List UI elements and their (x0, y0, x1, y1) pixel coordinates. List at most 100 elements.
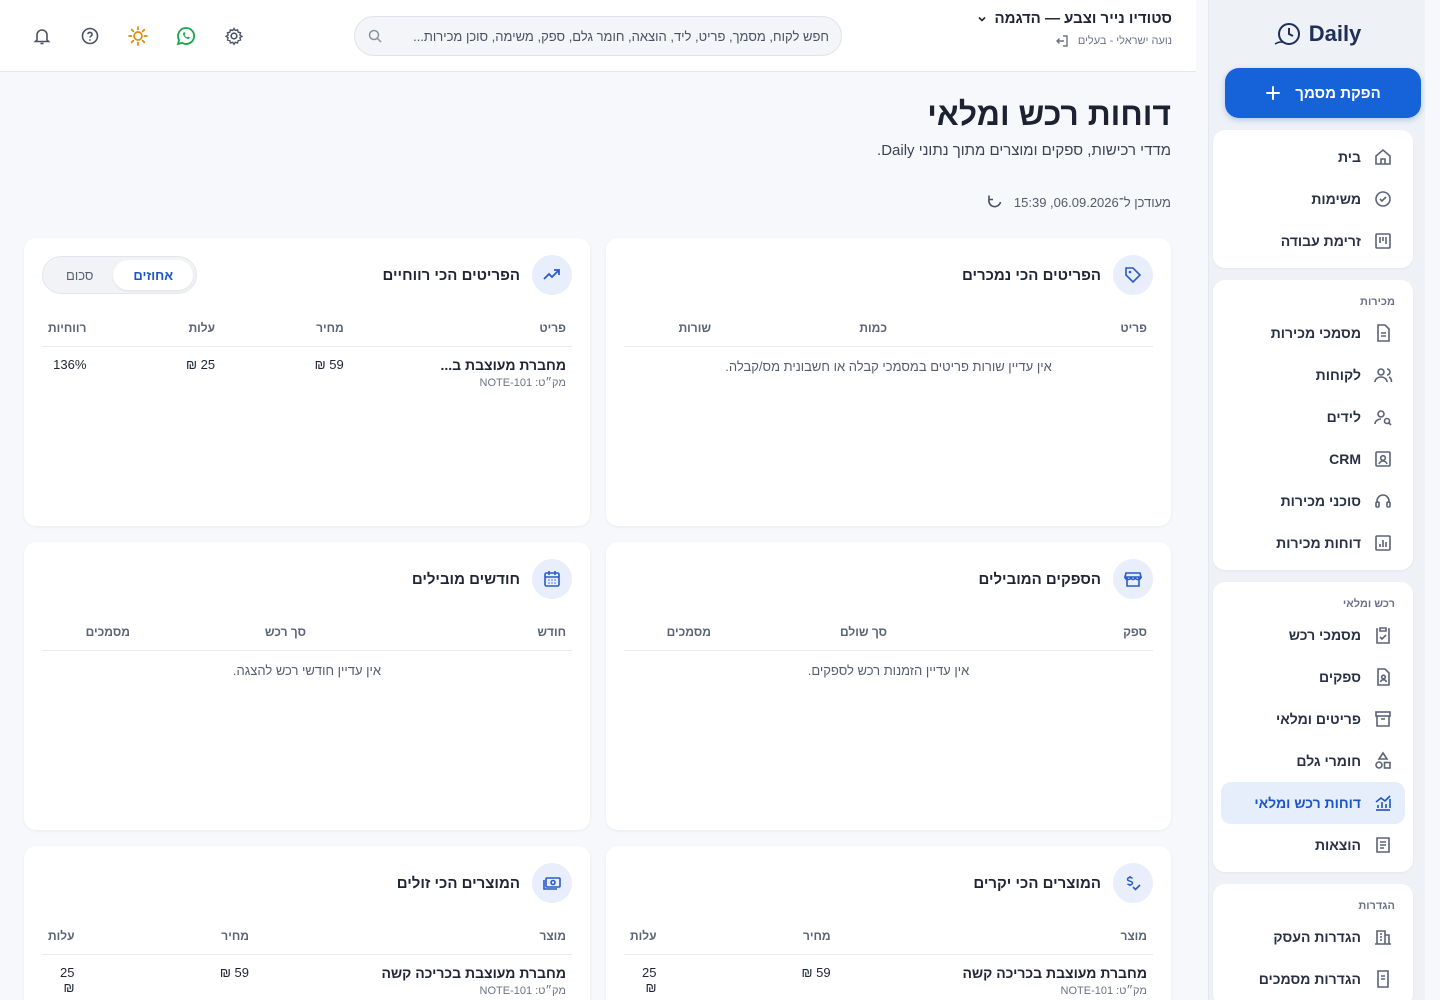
nav-item-inventory[interactable]: פריטים ומלאי (1221, 698, 1405, 740)
nav-item-home[interactable]: בית (1221, 136, 1405, 178)
toggle-amount[interactable]: סכום (46, 260, 113, 290)
logo[interactable]: Daily (1221, 0, 1413, 68)
column-header[interactable]: חודש (312, 614, 572, 651)
business-name-row[interactable]: סטודיו נייר וצבע — הדגמה (976, 10, 1172, 27)
column-header[interactable]: שורות (624, 310, 717, 347)
table-row[interactable]: מחברת מעוצבת ב... מק״ט: NOTE-101 59 ₪ 25 … (42, 346, 572, 399)
page-subtitle: מדדי רכישות, ספקים ומוצרים מתוך נתוני Da… (877, 142, 1171, 159)
nav-group-sales: מכירות מסמכי מכירות לקוחות לידים CRM סוכ… (1213, 280, 1413, 570)
cheapest-table: מוצר מחיר עלות מחברת מעוצבת בכריכה קשה מק… (42, 918, 572, 1000)
whatsapp-icon (176, 27, 195, 46)
doc-settings-icon (1373, 969, 1393, 989)
column-header[interactable]: עלות (624, 918, 663, 955)
nav-item-label: לקוחות (1315, 367, 1361, 383)
check-circle-icon (1373, 189, 1393, 209)
toggle-percent[interactable]: אחוזים (113, 260, 194, 290)
nav-group-purchase: רכש ומלאי מסמכי רכש ספקים פריטים ומלאי ח… (1213, 582, 1413, 872)
column-header[interactable]: מסמכים (624, 614, 717, 651)
nav-item-expenses[interactable]: הוצאות (1221, 824, 1405, 866)
table-row[interactable]: מחברת מעוצבת בכריכה קשה מק״ט: NOTE-101 59… (624, 954, 1153, 1000)
nav-item-purchase-docs[interactable]: מסמכי רכש (1221, 614, 1405, 656)
column-header[interactable]: מחיר (662, 918, 837, 955)
new-document-button[interactable]: הפקת מסמך (1225, 68, 1421, 118)
user-search-icon (1373, 407, 1393, 427)
nav-item-label: דוחות מכירות (1276, 535, 1361, 551)
margin-cell: 136% (53, 356, 87, 372)
column-header[interactable]: עלות (42, 918, 81, 955)
nav-item-label: סוכני מכירות (1280, 493, 1361, 509)
shapes-icon (1373, 751, 1393, 771)
search-bar[interactable] (354, 16, 842, 56)
clipboard-check-icon (1373, 625, 1393, 645)
column-header[interactable]: מוצר (836, 918, 1153, 955)
business-switcher[interactable]: סטודיו נייר וצבע — הדגמה נועה ישראלי - ב… (976, 10, 1172, 49)
nav-item-label: זרימת עבודה (1280, 233, 1361, 249)
column-header[interactable]: מסמכים (42, 614, 136, 651)
refresh-icon[interactable] (986, 193, 1004, 211)
column-header[interactable]: מחיר (221, 310, 350, 347)
nav-item-label: משימות (1311, 191, 1361, 207)
notifications-button[interactable] (24, 18, 60, 54)
nav-item-label: פריטים ומלאי (1276, 711, 1361, 727)
column-header[interactable]: סך רכש (136, 614, 312, 651)
column-header[interactable]: מחיר (80, 918, 255, 955)
card-cheapest: המוצרים הכי זולים מוצר מחיר עלות מחברת מ… (24, 846, 590, 1000)
item-cell: מחברת מעוצבת ב... מק״ט: NOTE-101 (350, 346, 572, 399)
product-name: מחברת מעוצבת בכריכה קשה (962, 964, 1147, 981)
nav-item-tasks[interactable]: משימות (1221, 178, 1405, 220)
column-header[interactable]: סך שולם (717, 614, 893, 651)
column-header[interactable]: עלות (92, 310, 222, 347)
table-row[interactable]: מחברת מעוצבת בכריכה קשה מק״ט: NOTE-101 59… (42, 954, 572, 1000)
nav-item-sales-reports[interactable]: דוחות מכירות (1221, 522, 1405, 564)
column-header[interactable]: פריט (893, 310, 1153, 347)
nav-item-label: בית (1338, 149, 1361, 165)
card-header: הספקים המובילים (624, 559, 1153, 599)
cost-cell: 25 ₪ (60, 964, 75, 995)
item-name: מחברת מעוצבת ב... (440, 356, 566, 373)
card-top-suppliers: הספקים המובילים ספק סך שולם מסמכים אין ע… (606, 542, 1171, 830)
column-header[interactable]: פריט (349, 310, 572, 347)
nav-group-settings: הגדרות הגדרות העסק הגדרות מסמכים (1213, 884, 1413, 1000)
tag-icon (1113, 255, 1153, 295)
most-expensive-table: מוצר מחיר עלות מחברת מעוצבת בכריכה קשה מק… (624, 918, 1153, 1000)
settings-button[interactable] (216, 18, 252, 54)
percent-amount-toggle[interactable]: אחוזים סכום (42, 256, 198, 294)
theme-toggle-button[interactable] (120, 18, 156, 54)
nav-item-document-settings[interactable]: הגדרות מסמכים (1221, 958, 1405, 1000)
nav-item-customers[interactable]: לקוחות (1221, 354, 1405, 396)
calendar-icon (532, 559, 572, 599)
product-sku: מק״ט: NOTE-101 (1060, 984, 1147, 997)
card-title: הפריטים הכי רווחיים (382, 266, 520, 284)
trending-up-icon (532, 255, 572, 295)
price-cell: 59 ₪ (219, 964, 249, 980)
home-icon (1373, 147, 1393, 167)
top-months-table: חודש סך רכש מסמכים אין עדיין חודשי רכש ל… (42, 614, 572, 690)
nav-item-leads[interactable]: לידים (1221, 396, 1405, 438)
nav-item-label: מסמכי רכש (1288, 627, 1361, 643)
nav-item-sales-agents[interactable]: סוכני מכירות (1221, 480, 1405, 522)
nav-item-raw-materials[interactable]: חומרי גלם (1221, 740, 1405, 782)
nav-group-title: מכירות (1360, 296, 1395, 308)
logout-icon[interactable] (1054, 33, 1070, 49)
receipt-icon (1373, 835, 1393, 855)
card-title: הפריטים הכי נמכרים (961, 266, 1101, 284)
nav-item-business-settings[interactable]: הגדרות העסק (1221, 916, 1405, 958)
column-header[interactable]: ספק (893, 614, 1153, 651)
whatsapp-button[interactable] (168, 18, 204, 54)
search-icon (368, 29, 382, 43)
nav-item-suppliers[interactable]: ספקים (1221, 656, 1405, 698)
nav-item-crm[interactable]: CRM (1221, 438, 1405, 480)
help-button[interactable] (72, 18, 108, 54)
search-input[interactable] (391, 28, 829, 44)
card-title: המוצרים הכי זולים (396, 874, 520, 892)
nav-item-purchase-reports[interactable]: דוחות רכש ומלאי (1221, 782, 1405, 824)
nav-item-sales-docs[interactable]: מסמכי מכירות (1221, 312, 1405, 354)
top-icons (24, 18, 252, 54)
price-check-icon (1113, 863, 1153, 903)
cost-cell: 25 ₪ (185, 356, 216, 372)
column-header[interactable]: כמות (717, 310, 893, 347)
nav-item-workflow[interactable]: זרימת עבודה (1221, 220, 1405, 262)
column-header[interactable]: רווחיות (42, 310, 93, 347)
store-icon (1113, 559, 1153, 599)
column-header[interactable]: מוצר (254, 918, 572, 955)
